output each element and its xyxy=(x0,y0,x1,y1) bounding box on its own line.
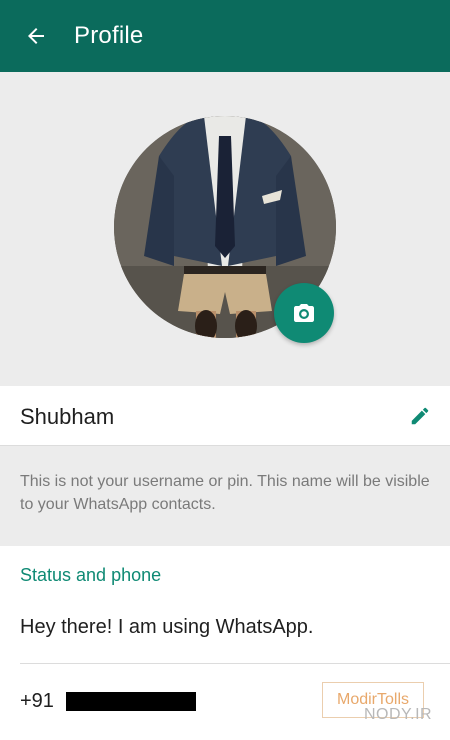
profile-photo-section xyxy=(0,72,450,386)
edit-name-button[interactable] xyxy=(404,400,436,432)
phone-row: +91 xyxy=(20,690,196,713)
page-title: Profile xyxy=(74,22,144,49)
watermark-site: NODY.IR xyxy=(364,706,433,723)
arrow-left-icon xyxy=(28,28,44,44)
profile-name: Shubham xyxy=(20,404,115,429)
status-text[interactable]: Hey there! I am using WhatsApp. xyxy=(20,616,313,639)
section-title-status-phone: Status and phone xyxy=(20,565,162,585)
back-button[interactable] xyxy=(16,16,56,56)
divider xyxy=(20,663,450,664)
phone-number-redacted xyxy=(65,692,196,711)
phone-country-code: +91 xyxy=(20,690,54,712)
name-hint: This is not your username or pin. This n… xyxy=(0,446,450,546)
change-photo-button[interactable] xyxy=(274,283,334,343)
app-bar: Profile xyxy=(0,0,450,72)
name-row[interactable]: Shubham xyxy=(0,386,450,446)
pencil-icon xyxy=(411,407,429,425)
camera-icon xyxy=(294,304,314,322)
